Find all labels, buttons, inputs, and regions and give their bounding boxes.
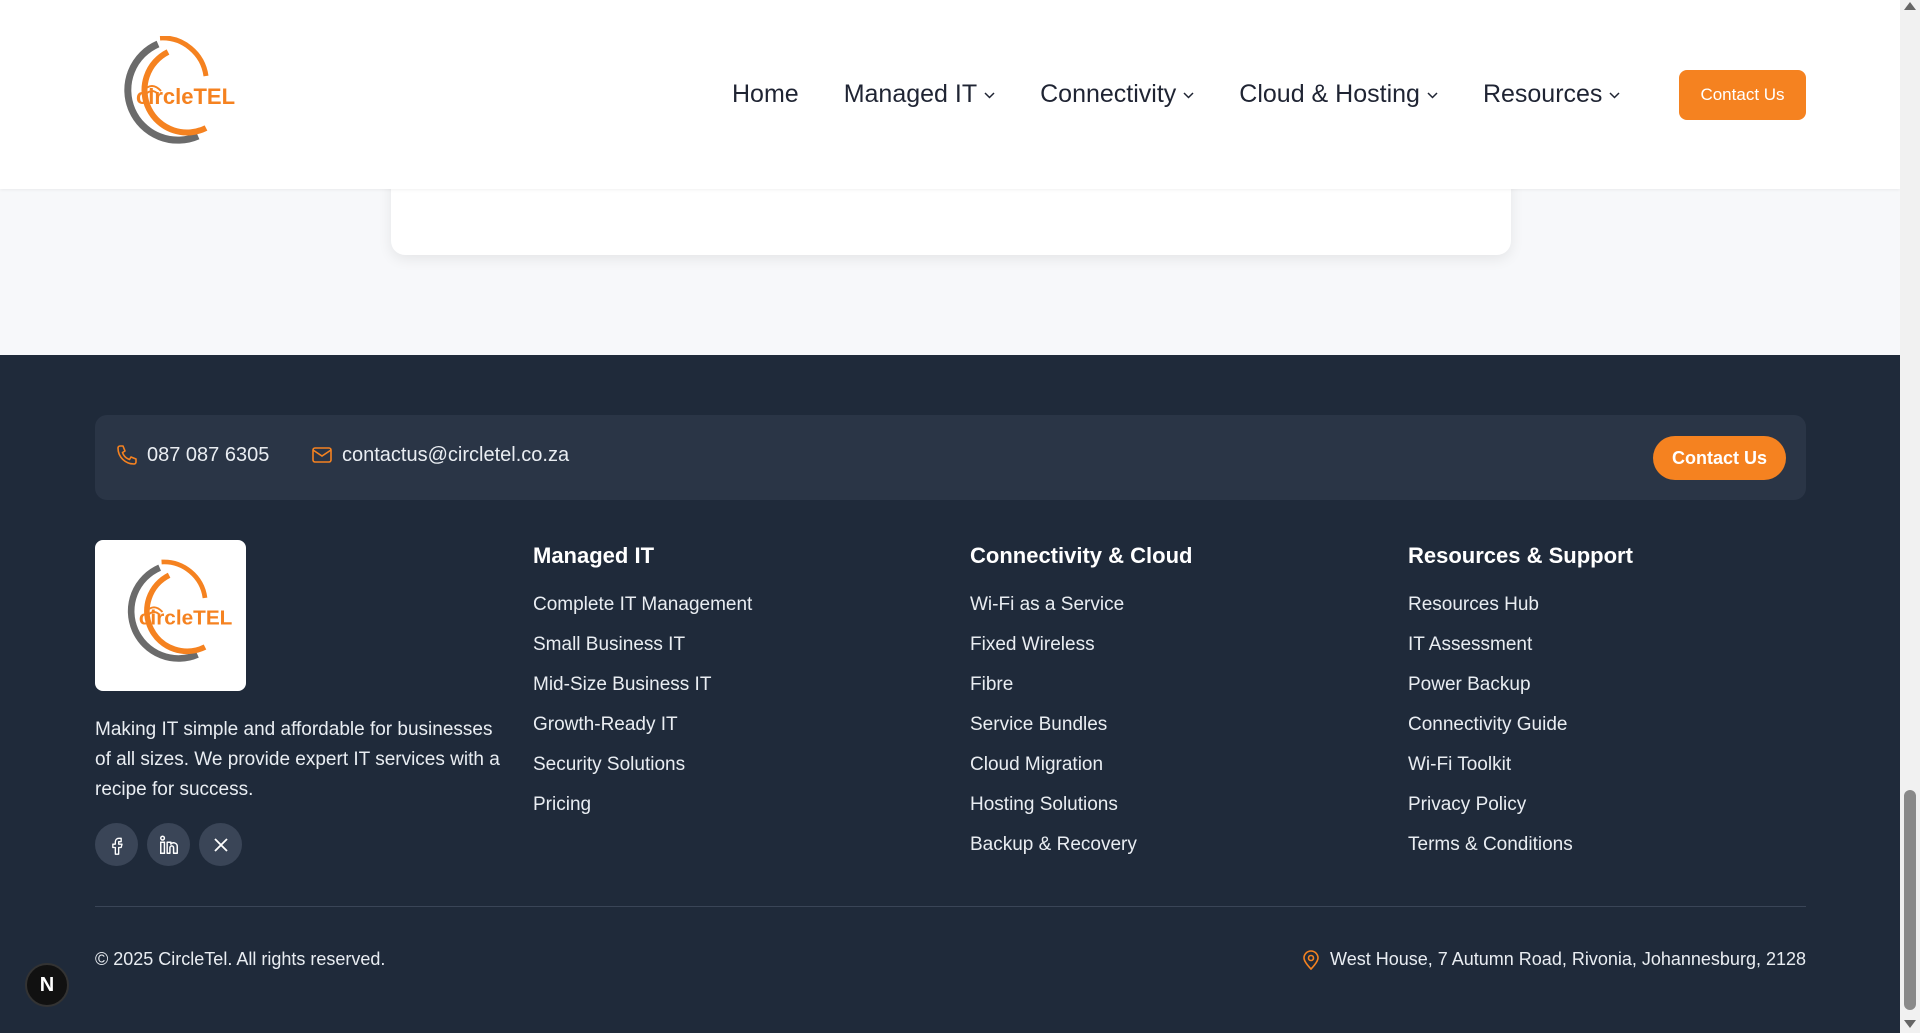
linkedin-icon [159,835,178,854]
footer-link[interactable]: Backup & Recovery [970,834,1192,874]
footer-divider [95,906,1806,907]
nav-managed-it[interactable]: Managed IT [844,80,995,109]
footer-link[interactable]: Complete IT Management [533,594,752,634]
chevron-down-icon [984,92,995,99]
footer-logo-wordmark: circleTEL [139,606,233,629]
scroll-up-arrow-icon[interactable] [1904,2,1916,10]
nav-resources[interactable]: Resources [1483,80,1621,109]
footer-link[interactable]: Wi-Fi Toolkit [1408,754,1633,794]
about-text: Making IT simple and affordable for busi… [95,719,500,800]
footer-link[interactable]: Growth-Ready IT [533,714,752,754]
footer-link[interactable]: Power Backup [1408,674,1633,714]
footer-link[interactable]: Resources Hub [1408,594,1633,634]
phone-icon [117,445,137,465]
address-text: West House, 7 Autumn Road, Rivonia, Joha… [1330,949,1806,969]
column-title: Resources & Support [1408,543,1633,568]
footer-link[interactable]: Cloud Migration [970,754,1192,794]
nav-cloud-hosting-label: Cloud & Hosting [1239,80,1420,108]
chevron-down-icon [1609,92,1620,99]
main-nav: Home Managed IT Connectivity Cloud & Hos… [732,0,1665,189]
scroll-down-arrow-icon[interactable] [1904,1020,1916,1028]
footer-link[interactable]: Service Bundles [970,714,1192,754]
email-address: contactus@circletel.co.za [342,443,570,466]
footer-column-connectivity-cloud: Connectivity & Cloud Wi-Fi as a Service … [970,543,1192,874]
footer-link[interactable]: Fibre [970,674,1192,714]
nav-home-label: Home [732,80,799,108]
nav-home[interactable]: Home [732,80,799,109]
footer-link[interactable]: Mid-Size Business IT [533,674,752,714]
footer-link[interactable]: Small Business IT [533,634,752,674]
nav-resources-label: Resources [1482,80,1603,108]
social-links [95,823,251,866]
column-title: Connectivity & Cloud [970,543,1193,568]
footer-link[interactable]: Security Solutions [533,754,752,794]
nextjs-dev-badge[interactable]: N [25,963,69,1007]
footer-column-managed-it: Managed IT Complete IT Management Small … [533,543,752,834]
footer-link[interactable]: Privacy Policy [1408,794,1633,834]
footer-link[interactable]: Connectivity Guide [1408,714,1633,754]
x-icon [213,837,228,852]
mail-icon [312,447,332,463]
footer-link[interactable]: Wi-Fi as a Service [970,594,1192,634]
circletel-logo[interactable]: circleTEL [98,35,242,148]
address: West House, 7 Autumn Road, Rivonia, Joha… [1302,949,1806,970]
footer-link[interactable]: Hosting Solutions [970,794,1192,834]
chevron-down-icon [1183,92,1194,99]
footer-link[interactable]: Fixed Wireless [970,634,1192,674]
phone-number: 087 087 6305 [147,443,270,466]
x-link[interactable] [199,823,242,866]
phone-link[interactable]: 087 087 6305 [115,443,269,467]
site-header: circleTEL Home Managed IT Connectivity C… [0,0,1900,189]
email-link[interactable]: contactus@circletel.co.za [310,443,569,467]
copyright-text: © 2025 CircleTel. All rights reserved. [95,949,386,969]
column-title: Managed IT [533,543,655,568]
nav-managed-it-label: Managed IT [843,80,978,108]
footer-logo[interactable]: circleTEL [95,540,246,691]
scrollbar[interactable] [1900,0,1920,1033]
map-pin-icon [1303,949,1319,970]
contact-bar: 087 087 6305 contactus@circletel.co.za C… [95,415,1806,500]
facebook-link[interactable] [95,823,138,866]
facebook-icon [111,837,123,855]
chevron-down-icon [1427,92,1438,99]
footer-link[interactable]: Pricing [533,794,752,834]
logo-wordmark: circleTEL [136,84,235,109]
footer-column-resources-support: Resources & Support Resources Hub IT Ass… [1408,543,1633,874]
linkedin-link[interactable] [147,823,190,866]
site-footer: 087 087 6305 contactus@circletel.co.za C… [0,355,1900,1033]
footer-link[interactable]: IT Assessment [1408,634,1633,674]
header-contact-button[interactable]: Contact Us [1679,70,1806,120]
footer-contact-button[interactable]: Contact Us [1653,436,1786,480]
nav-connectivity[interactable]: Connectivity [1040,80,1194,109]
nav-connectivity-label: Connectivity [1040,80,1177,108]
scrollbar-thumb[interactable] [1904,790,1916,1010]
footer-link[interactable]: Terms & Conditions [1408,834,1633,874]
nav-cloud-hosting[interactable]: Cloud & Hosting [1239,80,1438,109]
